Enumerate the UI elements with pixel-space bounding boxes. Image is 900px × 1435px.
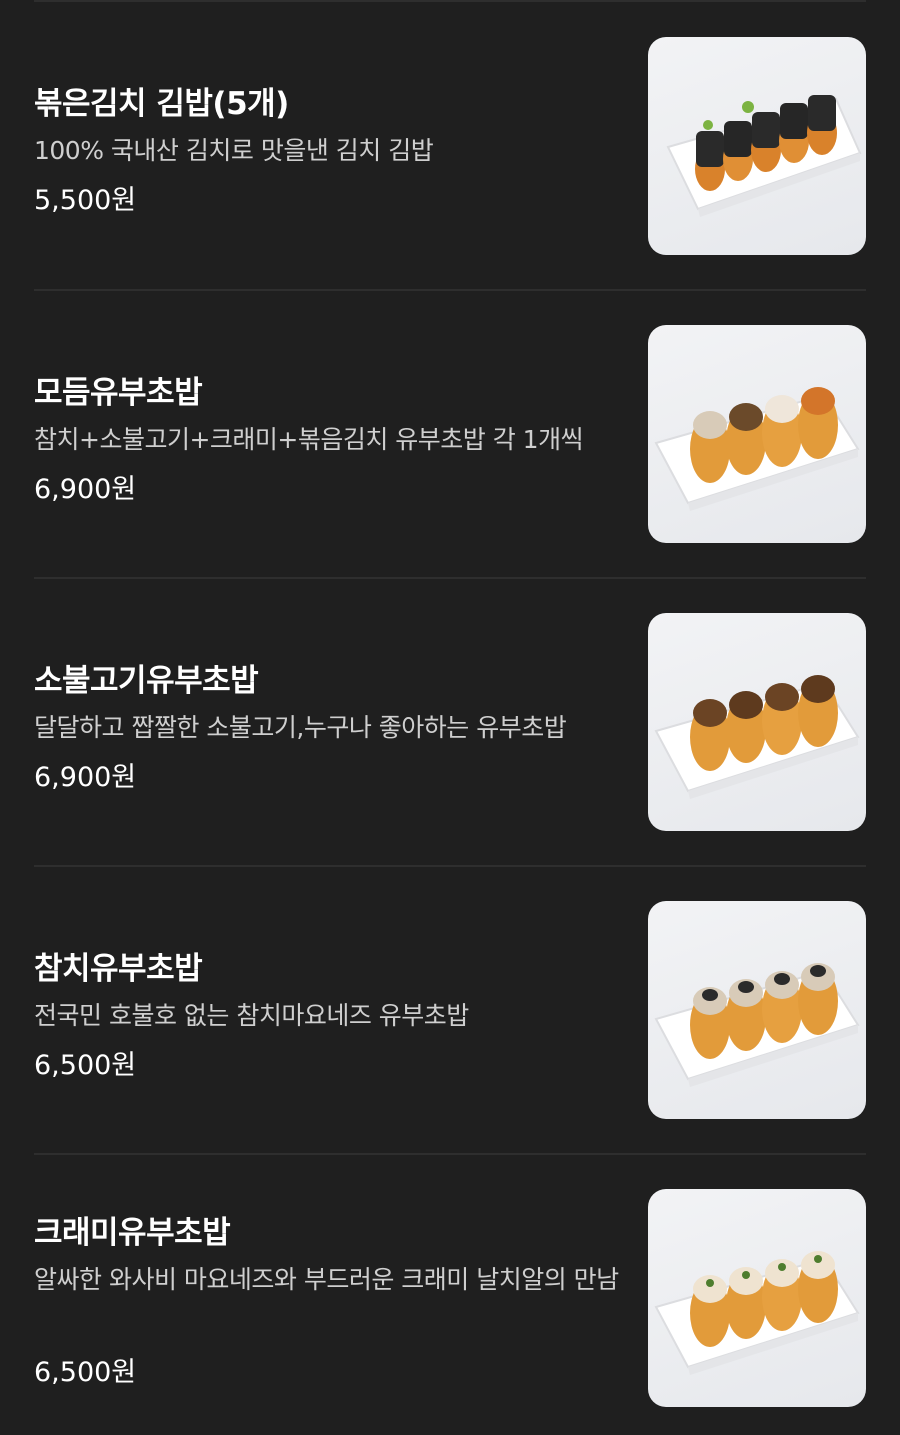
menu-item-name: 모듬유부초밥 — [34, 375, 203, 411]
menu-item-image[interactable] — [648, 325, 866, 543]
menu-item-price: 6,500원 — [34, 1050, 137, 1081]
menu-item-image[interactable] — [648, 37, 866, 255]
menu-item-description: 전국민 호불호 없는 참치마요네즈 유부초밥 — [34, 1001, 469, 1030]
menu-item-description: 100% 국내산 김치로 맛을낸 김치 김밥 — [34, 136, 434, 165]
menu-item-price: 6,900원 — [34, 762, 137, 793]
menu-item-image[interactable] — [648, 613, 866, 831]
menu-item-assorted-yubu[interactable]: 모듬유부초밥 참치+소불고기+크래미+볶음김치 유부초밥 각 1개씩 6,900… — [0, 289, 900, 577]
menu-item-image[interactable] — [648, 901, 866, 1119]
menu-item-price: 6,500원 — [34, 1357, 137, 1388]
menu-item-price: 5,500원 — [34, 185, 137, 216]
menu-item-bulgogi-yubu[interactable]: 소불고기유부초밥 달달하고 짭짤한 소불고기,누구나 좋아하는 유부초밥 6,9… — [0, 577, 900, 865]
menu-item-crabmeat-yubu[interactable]: 크래미유부초밥 알싸한 와사비 마요네즈와 부드러운 크래미 날치알의 만남 6… — [0, 1153, 900, 1435]
menu-item-description: 달달하고 짭짤한 소불고기,누구나 좋아하는 유부초밥 — [34, 713, 567, 742]
menu-item-kimchi-kimbap[interactable]: 볶은김치 김밥(5개) 100% 국내산 김치로 맛을낸 김치 김밥 5,500… — [0, 0, 900, 289]
menu-item-price: 6,900원 — [34, 474, 137, 505]
menu-item-image[interactable] — [648, 1189, 866, 1407]
menu-item-description: 참치+소불고기+크래미+볶음김치 유부초밥 각 1개씩 — [34, 425, 584, 454]
menu-item-name: 참치유부초밥 — [34, 951, 203, 987]
menu-item-name: 크래미유부초밥 — [34, 1215, 231, 1251]
menu-item-name: 소불고기유부초밥 — [34, 663, 259, 699]
menu-item-name: 볶은김치 김밥(5개) — [34, 86, 289, 122]
menu-item-description: 알싸한 와사비 마요네즈와 부드러운 크래미 날치알의 만남 — [34, 1265, 619, 1294]
menu-item-tuna-yubu[interactable]: 참치유부초밥 전국민 호불호 없는 참치마요네즈 유부초밥 6,500원 — [0, 865, 900, 1153]
